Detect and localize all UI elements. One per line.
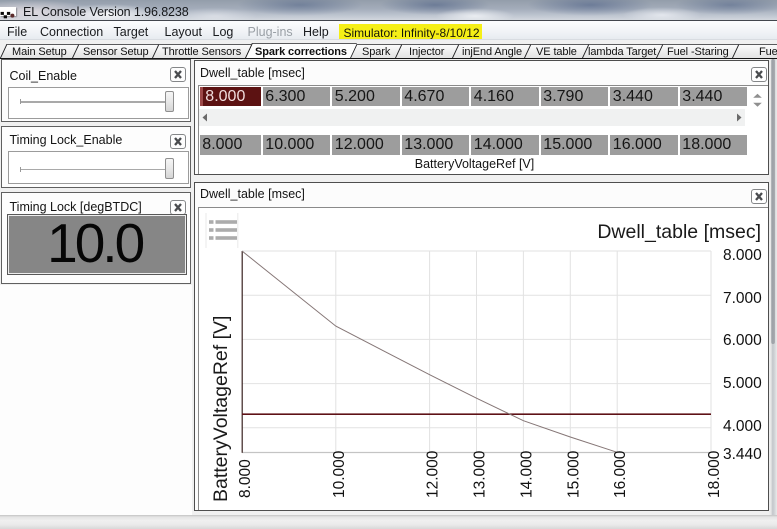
- svg-text:18.000: 18.000: [706, 450, 723, 498]
- svg-text:13.000: 13.000: [471, 450, 488, 498]
- svg-text:5.000: 5.000: [723, 375, 762, 392]
- svg-text:3.440: 3.440: [723, 446, 762, 463]
- svg-text:7.000: 7.000: [723, 290, 762, 307]
- svg-text:8.000: 8.000: [237, 459, 254, 498]
- svg-text:12.000: 12.000: [424, 450, 441, 498]
- svg-text:BatteryVoltageRef [V]: BatteryVoltageRef [V]: [210, 316, 232, 502]
- svg-text:4.000: 4.000: [723, 418, 762, 435]
- svg-text:6.000: 6.000: [723, 332, 762, 349]
- svg-text:10.000: 10.000: [330, 450, 347, 498]
- svg-text:15.000: 15.000: [565, 450, 582, 498]
- svg-text:14.000: 14.000: [518, 450, 535, 498]
- svg-text:8.000: 8.000: [723, 247, 762, 264]
- svg-text:Dwell_table [msec]: Dwell_table [msec]: [597, 221, 761, 243]
- svg-text:16.000: 16.000: [612, 450, 629, 498]
